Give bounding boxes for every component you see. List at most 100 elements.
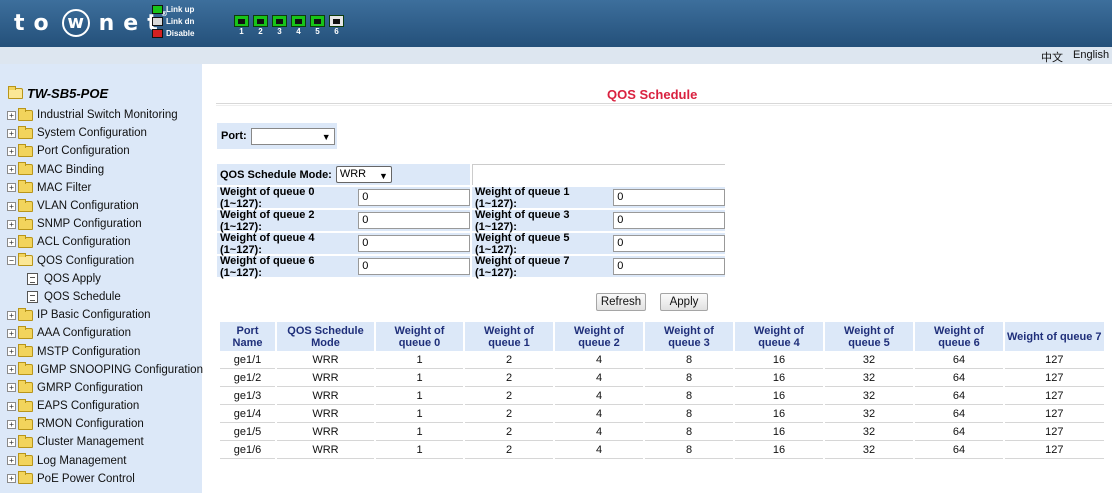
port-select[interactable]: ▼ — [250, 127, 335, 145]
table-cell: 32 — [825, 406, 913, 423]
folder-icon — [18, 125, 33, 139]
collapse-minus-icon[interactable]: − — [7, 256, 16, 266]
folder-icon — [18, 216, 33, 230]
table-cell: 2 — [465, 388, 553, 405]
port-status-panel: 1 2 3 4 5 6 — [232, 15, 346, 37]
sidebar-item-rmon-configuration[interactable]: + RMON Configuration — [7, 415, 203, 433]
expand-plus-icon[interactable]: + — [7, 437, 16, 447]
legend-disable: Disable — [152, 27, 194, 39]
expand-plus-icon[interactable]: + — [7, 128, 16, 138]
expand-plus-icon[interactable]: + — [7, 474, 16, 484]
language-chinese-link[interactable]: 中文 — [1041, 49, 1063, 65]
port-3[interactable]: 3 — [270, 15, 289, 37]
sidebar-item-system-configuration[interactable]: + System Configuration — [7, 124, 203, 142]
folder-icon — [18, 471, 33, 485]
sidebar-item-aaa-configuration[interactable]: + AAA Configuration — [7, 324, 203, 342]
table-cell: 2 — [465, 370, 553, 387]
sidebar-item-mstp-configuration[interactable]: + MSTP Configuration — [7, 342, 203, 360]
sidebar-item-port-configuration[interactable]: + Port Configuration — [7, 142, 203, 160]
expand-plus-icon[interactable]: + — [7, 165, 16, 175]
weight-queue-2-input[interactable]: 0 — [358, 212, 470, 229]
schedule-mode-select[interactable]: WRR ▼ — [335, 166, 392, 183]
sidebar-item-vlan-configuration[interactable]: + VLAN Configuration — [7, 197, 203, 215]
expand-plus-icon[interactable]: + — [7, 110, 16, 120]
port-4[interactable]: 4 — [289, 15, 308, 37]
expand-plus-icon[interactable]: + — [7, 219, 16, 229]
weight-queue-0-input[interactable]: 0 — [358, 189, 470, 206]
table-cell: 64 — [915, 388, 1003, 405]
sidebar-item-qos-schedule[interactable]: QOS Schedule — [7, 288, 203, 306]
expand-plus-icon[interactable]: + — [7, 183, 16, 193]
sidebar-item-log-management[interactable]: + Log Management — [7, 452, 203, 470]
table-cell: 16 — [735, 352, 823, 369]
expand-plus-icon[interactable]: + — [7, 456, 16, 466]
sidebar-item-ip-basic-configuration[interactable]: + IP Basic Configuration — [7, 306, 203, 324]
sidebar-item-industrial-switch-monitoring[interactable]: + Industrial Switch Monitoring — [7, 106, 203, 124]
table-cell: 1 — [376, 370, 463, 387]
table-cell: 127 — [1005, 388, 1104, 405]
expand-plus-icon[interactable]: + — [7, 419, 16, 429]
sidebar-item-snmp-configuration[interactable]: + SNMP Configuration — [7, 215, 203, 233]
weight-cell-q4: Weight of queue 4 (1~127): 0 — [217, 232, 470, 256]
folder-icon — [18, 307, 33, 321]
weight-queue-5-input[interactable]: 0 — [613, 235, 725, 252]
folder-icon — [18, 234, 33, 248]
table-row: ge1/4 WRR 1 2 4 8 16 32 64 127 — [220, 406, 1104, 423]
table-cell: 127 — [1005, 352, 1104, 369]
expand-plus-icon[interactable]: + — [7, 347, 16, 357]
port-up-icon — [310, 15, 325, 27]
weight-queue-7-input[interactable]: 0 — [613, 258, 725, 275]
sidebar-item-qos-configuration[interactable]: − QOS Configuration — [7, 252, 203, 270]
sidebar-item-gmrp-configuration[interactable]: + GMRP Configuration — [7, 379, 203, 397]
table-cell: 16 — [735, 442, 823, 459]
page-icon — [27, 272, 38, 285]
weight-cell-q6: Weight of queue 6 (1~127): 0 — [217, 255, 470, 279]
sidebar-item-label: GMRP Configuration — [37, 381, 143, 394]
table-cell: 127 — [1005, 442, 1104, 459]
table-row: ge1/3 WRR 1 2 4 8 16 32 64 127 — [220, 388, 1104, 405]
table-cell: WRR — [277, 406, 374, 423]
port-6[interactable]: 6 — [327, 15, 346, 37]
sidebar-item-acl-configuration[interactable]: + ACL Configuration — [7, 233, 203, 251]
port-up-icon — [253, 15, 268, 27]
expand-plus-icon[interactable]: + — [7, 383, 16, 393]
page-title: QOS Schedule — [607, 87, 698, 102]
weight-queue-1-input[interactable]: 0 — [613, 189, 725, 206]
top-header: to w net ® Link up Link dn Disable 1 2 3 — [0, 0, 1112, 47]
table-cell: 2 — [465, 406, 553, 423]
table-cell: 32 — [825, 442, 913, 459]
expand-plus-icon[interactable]: + — [7, 201, 16, 211]
expand-plus-icon[interactable]: + — [7, 365, 16, 375]
sidebar-nav: TW-SB5-POE + Industrial Switch Monitorin… — [0, 64, 203, 493]
expand-plus-icon[interactable]: + — [7, 146, 16, 156]
weight-queue-3-input[interactable]: 0 — [613, 212, 725, 229]
sidebar-item-cluster-management[interactable]: + Cluster Management — [7, 433, 203, 451]
sidebar-item-eaps-configuration[interactable]: + EAPS Configuration — [7, 397, 203, 415]
device-tree-root[interactable]: TW-SB5-POE — [6, 86, 108, 101]
form-row: Weight of queue 0 (1~127): 0 Weight of q… — [217, 186, 727, 210]
port-5[interactable]: 5 — [308, 15, 327, 37]
expand-plus-icon[interactable]: + — [7, 401, 16, 411]
weight-queue-6-input[interactable]: 0 — [358, 258, 470, 275]
weight-queue-4-input[interactable]: 0 — [358, 235, 470, 252]
apply-button[interactable]: Apply — [660, 293, 708, 311]
legend-link-up: Link up — [152, 3, 194, 15]
weight-label: Weight of queue 3 (1~127): — [475, 208, 570, 233]
port-2[interactable]: 2 — [251, 15, 270, 37]
towonet-logo: to w net ® — [14, 8, 174, 38]
port-up-icon — [234, 15, 249, 27]
port-1[interactable]: 1 — [232, 15, 251, 37]
expand-plus-icon[interactable]: + — [7, 310, 16, 320]
expand-plus-icon[interactable]: + — [7, 237, 16, 247]
refresh-button[interactable]: Refresh — [596, 293, 646, 311]
sidebar-item-poe-power-control[interactable]: + PoE Power Control — [7, 470, 203, 488]
sidebar-item-igmp-snooping-configuration[interactable]: + IGMP SNOOPING Configuration — [7, 361, 203, 379]
folder-icon — [18, 362, 33, 376]
sidebar-item-qos-apply[interactable]: QOS Apply — [7, 270, 203, 288]
legend-link-dn: Link dn — [152, 15, 194, 27]
sidebar-item-mac-binding[interactable]: + MAC Binding — [7, 161, 203, 179]
sidebar-item-mac-filter[interactable]: + MAC Filter — [7, 179, 203, 197]
language-english-link[interactable]: English — [1073, 49, 1109, 61]
qos-schedule-form: QOS Schedule Mode: WRR ▼ Weight of queue… — [217, 164, 727, 279]
expand-plus-icon[interactable]: + — [7, 328, 16, 338]
